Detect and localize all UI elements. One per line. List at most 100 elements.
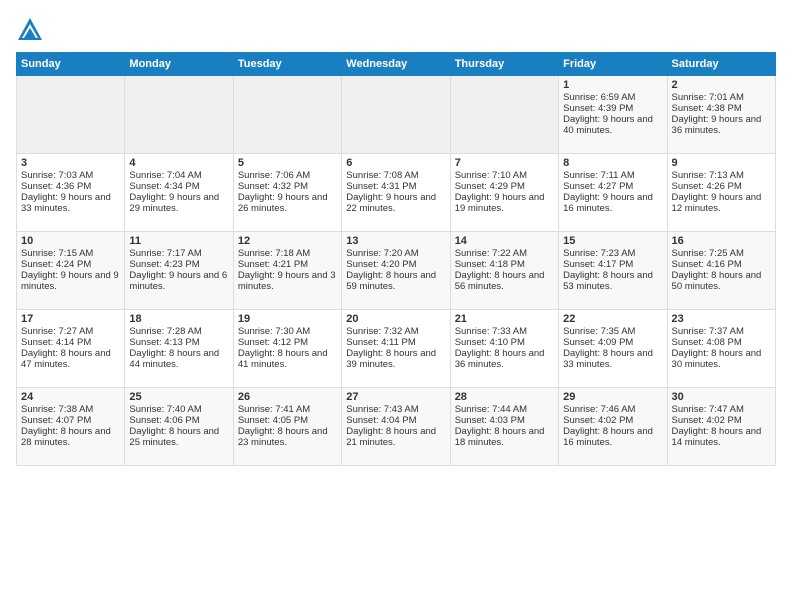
day-cell — [125, 76, 233, 154]
day-cell: 6Sunrise: 7:08 AMSunset: 4:31 PMDaylight… — [342, 154, 450, 232]
daylight-text: Daylight: 9 hours and 26 minutes. — [238, 192, 337, 214]
sunset-text: Sunset: 4:27 PM — [563, 181, 662, 192]
day-cell: 28Sunrise: 7:44 AMSunset: 4:03 PMDayligh… — [450, 388, 558, 466]
logo — [16, 16, 48, 44]
week-row-1: 1Sunrise: 6:59 AMSunset: 4:39 PMDaylight… — [17, 76, 776, 154]
sunrise-text: Sunrise: 7:04 AM — [129, 170, 228, 181]
sunrise-text: Sunrise: 7:37 AM — [672, 326, 771, 337]
day-cell: 25Sunrise: 7:40 AMSunset: 4:06 PMDayligh… — [125, 388, 233, 466]
day-number: 9 — [672, 157, 771, 169]
daylight-text: Daylight: 9 hours and 3 minutes. — [238, 270, 337, 292]
sunrise-text: Sunrise: 7:27 AM — [21, 326, 120, 337]
sunrise-text: Sunrise: 7:13 AM — [672, 170, 771, 181]
daylight-text: Daylight: 9 hours and 22 minutes. — [346, 192, 445, 214]
day-cell — [450, 76, 558, 154]
day-number: 26 — [238, 391, 337, 403]
sunset-text: Sunset: 4:07 PM — [21, 415, 120, 426]
day-number: 29 — [563, 391, 662, 403]
sunset-text: Sunset: 4:17 PM — [563, 259, 662, 270]
sunrise-text: Sunrise: 7:06 AM — [238, 170, 337, 181]
week-row-4: 17Sunrise: 7:27 AMSunset: 4:14 PM Dayligh… — [17, 310, 776, 388]
daylight-text: Daylight: 9 hours and 9 minutes. — [21, 270, 120, 292]
sunrise-text: Sunrise: 7:18 AM — [238, 248, 337, 259]
sunset-text: Sunset: 4:32 PM — [238, 181, 337, 192]
day-cell: 14Sunrise: 7:22 AMSunset: 4:18 PMDayligh… — [450, 232, 558, 310]
sunset-text: Sunset: 4:02 PM — [563, 415, 662, 426]
sunset-text: Sunset: 4:02 PM — [672, 415, 771, 426]
daylight-text: Daylight: 8 hours and 36 minutes. — [455, 348, 554, 370]
sunset-text: Sunset: 4:26 PM — [672, 181, 771, 192]
daylight-text: Daylight: 8 hours and 53 minutes. — [563, 270, 662, 292]
daylight-text: Daylight: 8 hours and 59 minutes. — [346, 270, 445, 292]
sunset-text: Sunset: 4:03 PM — [455, 415, 554, 426]
day-cell: 13Sunrise: 7:20 AMSunset: 4:20 PMDayligh… — [342, 232, 450, 310]
col-header-tuesday: Tuesday — [233, 53, 341, 76]
day-cell: 18Sunrise: 7:28 AMSunset: 4:13 PMDayligh… — [125, 310, 233, 388]
sunset-text: Sunset: 4:05 PM — [238, 415, 337, 426]
sunset-text: Sunset: 4:08 PM — [672, 337, 771, 348]
col-header-friday: Friday — [559, 53, 667, 76]
sunset-text: Sunset: 4:12 PM — [238, 337, 337, 348]
daylight-text: Daylight: 8 hours and 28 minutes. — [21, 426, 120, 448]
day-cell — [233, 76, 341, 154]
day-number: 30 — [672, 391, 771, 403]
sunrise-text: Sunrise: 7:33 AM — [455, 326, 554, 337]
day-cell: 4Sunrise: 7:04 AMSunset: 4:34 PMDaylight… — [125, 154, 233, 232]
sunrise-text: Sunrise: 7:43 AM — [346, 404, 445, 415]
daylight-text: Daylight: 8 hours and 41 minutes. — [238, 348, 337, 370]
day-cell — [342, 76, 450, 154]
day-cell: 29Sunrise: 7:46 AMSunset: 4:02 PMDayligh… — [559, 388, 667, 466]
day-number: 28 — [455, 391, 554, 403]
day-number: 18 — [129, 313, 228, 325]
sunset-text: Sunset: 4:31 PM — [346, 181, 445, 192]
day-cell: 11Sunrise: 7:17 AMSunset: 4:23 PMDayligh… — [125, 232, 233, 310]
day-cell: 7Sunrise: 7:10 AMSunset: 4:29 PMDaylight… — [450, 154, 558, 232]
sunset-text: Sunset: 4:36 PM — [21, 181, 120, 192]
day-number: 19 — [238, 313, 337, 325]
sunset-text: Sunset: 4:14 PM — [21, 337, 120, 348]
sunrise-text: Sunrise: 7:28 AM — [129, 326, 228, 337]
day-cell: 23Sunrise: 7:37 AMSunset: 4:08 PMDayligh… — [667, 310, 775, 388]
daylight-text: Daylight: 8 hours and 14 minutes. — [672, 426, 771, 448]
sunrise-text: Sunrise: 7:46 AM — [563, 404, 662, 415]
sunrise-text: Sunrise: 7:35 AM — [563, 326, 662, 337]
daylight-text: Daylight: 8 hours and 39 minutes. — [346, 348, 445, 370]
day-cell — [17, 76, 125, 154]
daylight-text: Daylight: 8 hours and 44 minutes. — [129, 348, 228, 370]
sunrise-text: Sunrise: 7:30 AM — [238, 326, 337, 337]
day-cell: 21Sunrise: 7:33 AMSunset: 4:10 PMDayligh… — [450, 310, 558, 388]
daylight-text: Daylight: 9 hours and 6 minutes. — [129, 270, 228, 292]
col-header-thursday: Thursday — [450, 53, 558, 76]
sunrise-text: Sunrise: 7:44 AM — [455, 404, 554, 415]
col-header-wednesday: Wednesday — [342, 53, 450, 76]
day-number: 1 — [563, 79, 662, 91]
day-cell: 3Sunrise: 7:03 AMSunset: 4:36 PMDaylight… — [17, 154, 125, 232]
day-number: 17 — [21, 313, 120, 325]
day-cell: 27Sunrise: 7:43 AMSunset: 4:04 PMDayligh… — [342, 388, 450, 466]
day-cell: 1Sunrise: 6:59 AMSunset: 4:39 PMDaylight… — [559, 76, 667, 154]
col-header-sunday: Sunday — [17, 53, 125, 76]
day-number: 11 — [129, 235, 228, 247]
col-header-saturday: Saturday — [667, 53, 775, 76]
header — [16, 12, 776, 44]
day-number: 7 — [455, 157, 554, 169]
sunrise-text: Sunrise: 7:10 AM — [455, 170, 554, 181]
day-cell: 24Sunrise: 7:38 AMSunset: 4:07 PMDayligh… — [17, 388, 125, 466]
sunset-text: Sunset: 4:21 PM — [238, 259, 337, 270]
sunset-text: Sunset: 4:16 PM — [672, 259, 771, 270]
daylight-text: Daylight: 8 hours and 21 minutes. — [346, 426, 445, 448]
day-number: 25 — [129, 391, 228, 403]
day-number: 22 — [563, 313, 662, 325]
daylight-text: Daylight: 9 hours and 40 minutes. — [563, 114, 662, 136]
daylight-text: Daylight: 8 hours and 56 minutes. — [455, 270, 554, 292]
sunrise-text: Sunrise: 7:32 AM — [346, 326, 445, 337]
sunset-text: Sunset: 4:39 PM — [563, 103, 662, 114]
week-row-3: 10Sunrise: 7:15 AMSunset: 4:24 PMDayligh… — [17, 232, 776, 310]
sunrise-text: Sunrise: 7:41 AM — [238, 404, 337, 415]
sunrise-text: Sunrise: 7:40 AM — [129, 404, 228, 415]
day-number: 16 — [672, 235, 771, 247]
sunset-text: Sunset: 4:04 PM — [346, 415, 445, 426]
week-row-2: 3Sunrise: 7:03 AMSunset: 4:36 PMDaylight… — [17, 154, 776, 232]
day-number: 24 — [21, 391, 120, 403]
header-row: SundayMondayTuesdayWednesdayThursdayFrid… — [17, 53, 776, 76]
